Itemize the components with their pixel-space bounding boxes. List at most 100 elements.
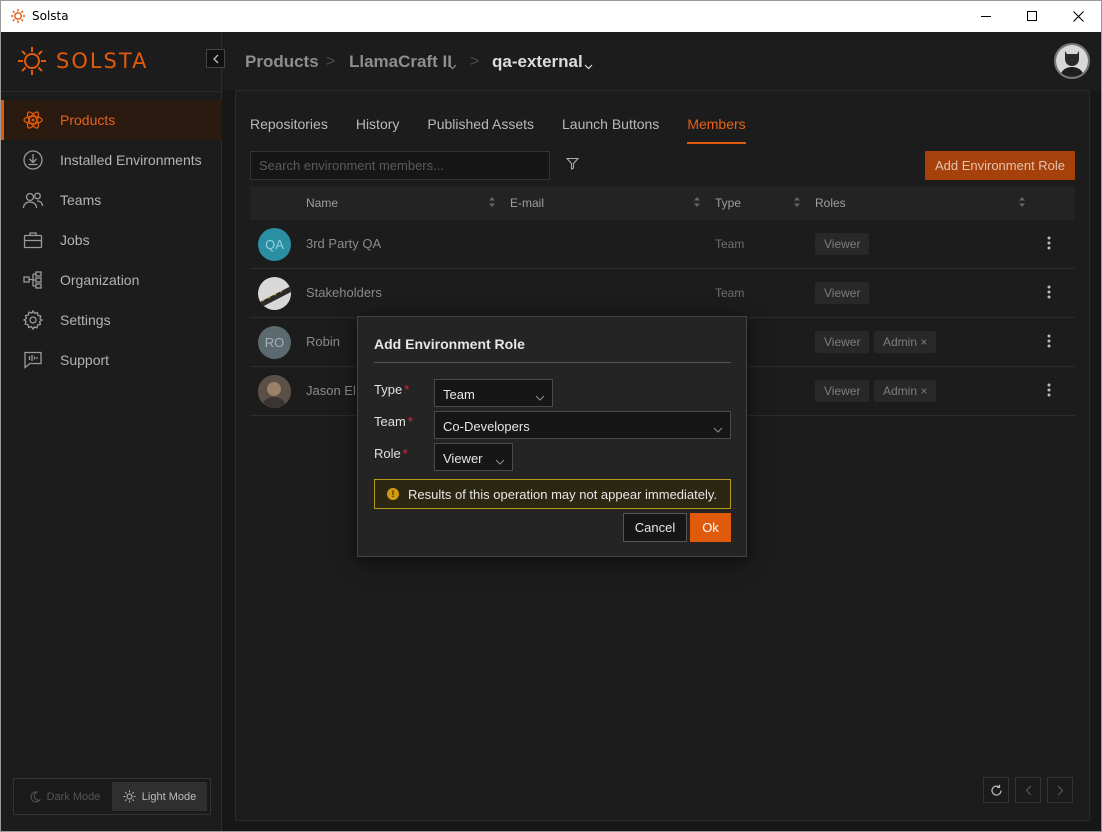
role-field-label: Role *: [374, 446, 408, 461]
role-chip: Viewer: [815, 331, 870, 353]
sidebar: SOLSTA Products Installed Environments T…: [1, 32, 225, 831]
more-options-icon[interactable]: [1047, 236, 1051, 253]
chevron-right-icon: [1057, 785, 1063, 795]
tab-history[interactable]: History: [356, 116, 400, 144]
table-row[interactable]: QA 3rd Party QA Team Viewer: [250, 220, 1075, 269]
light-mode-label: Light Mode: [141, 790, 197, 803]
warning-icon: !: [387, 488, 399, 500]
remove-role-icon[interactable]: ×: [920, 384, 927, 398]
member-name: 3rd Party QA: [306, 236, 382, 251]
org-chart-icon: [22, 269, 44, 291]
sidebar-item-support[interactable]: Support: [1, 340, 222, 380]
chevron-down-icon[interactable]: [584, 57, 593, 75]
people-icon: [22, 189, 44, 211]
user-avatar[interactable]: [1054, 43, 1090, 79]
sort-icon[interactable]: [693, 196, 701, 211]
light-mode-button[interactable]: Light Mode: [112, 782, 207, 811]
column-header-type[interactable]: Type: [715, 196, 741, 210]
sidebar-item-label: Settings: [60, 312, 111, 328]
logo-text: SOLSTA: [56, 49, 149, 73]
more-options-icon[interactable]: [1047, 383, 1051, 400]
more-options-icon[interactable]: [1047, 285, 1051, 302]
column-header-name[interactable]: Name: [306, 196, 338, 210]
solsta-logo[interactable]: SOLSTA: [16, 44, 148, 78]
app-window: Solsta SOLSTA Products Installed Environ…: [0, 0, 1102, 832]
role-select-value: Viewer: [443, 451, 483, 466]
search-members-input[interactable]: [250, 151, 550, 180]
minimize-icon[interactable]: [963, 1, 1009, 32]
team-select[interactable]: Co-Developers: [434, 411, 731, 439]
chevron-left-icon: [212, 54, 218, 63]
tab-members[interactable]: Members: [687, 116, 747, 144]
download-circle-icon: [22, 149, 44, 171]
role-chip: Viewer: [815, 233, 870, 255]
refresh-button[interactable]: [983, 777, 1009, 803]
sidebar-item-jobs[interactable]: Jobs: [1, 220, 222, 260]
sort-icon[interactable]: [488, 196, 496, 211]
chevron-left-icon: [1025, 785, 1031, 795]
sidebar-item-products[interactable]: Products: [1, 100, 222, 140]
sidebar-item-settings[interactable]: Settings: [1, 300, 222, 340]
next-page-button[interactable]: [1047, 777, 1073, 803]
type-select-value: Team: [443, 387, 475, 402]
team-select-value: Co-Developers: [443, 419, 530, 434]
avatar: [258, 277, 291, 310]
tab-repositories[interactable]: Repositories: [250, 116, 328, 144]
maximize-icon[interactable]: [1009, 1, 1055, 32]
sort-icon[interactable]: [793, 196, 801, 211]
sidebar-nav: Products Installed Environments Teams Jo…: [1, 100, 222, 380]
more-options-icon[interactable]: [1047, 334, 1051, 351]
window-title: Solsta: [32, 9, 69, 23]
tab-published-assets[interactable]: Published Assets: [427, 116, 534, 144]
tab-launch-buttons[interactable]: Launch Buttons: [562, 116, 659, 144]
theme-toggle: Dark Mode Light Mode: [13, 778, 211, 815]
sidebar-item-installed-environments[interactable]: Installed Environments: [1, 140, 222, 180]
add-environment-role-dialog: Add Environment Role Type * Team Team * Co…: [357, 316, 747, 557]
sidebar-item-label: Installed Environments: [60, 152, 202, 168]
sidebar-item-label: Teams: [60, 192, 102, 208]
sort-icon[interactable]: [1018, 196, 1026, 211]
remove-role-icon[interactable]: ×: [920, 335, 927, 349]
breadcrumb-separator-icon: >: [470, 53, 480, 70]
chevron-down-icon: [535, 389, 545, 404]
sidebar-item-label: Products: [60, 112, 116, 128]
close-icon[interactable]: [1055, 1, 1101, 32]
moon-icon: [30, 790, 41, 802]
role-chip-removable: Admin ×: [874, 380, 937, 402]
avatar: [258, 375, 291, 408]
ok-button[interactable]: Ok: [690, 513, 731, 542]
table-row[interactable]: Stakeholders Team Viewer: [250, 269, 1075, 318]
type-field-label: Type *: [374, 382, 410, 397]
sun-icon: [123, 790, 136, 803]
cancel-button[interactable]: Cancel: [623, 513, 687, 542]
briefcase-icon: [22, 229, 44, 251]
type-select[interactable]: Team: [434, 379, 553, 407]
chevron-down-icon[interactable]: [448, 57, 457, 75]
gear-icon: [22, 309, 44, 331]
table-header: Name E-mail Type Roles: [250, 186, 1075, 220]
role-chip: Viewer: [815, 380, 870, 402]
user-photo-icon: [258, 375, 291, 408]
breadcrumb-products[interactable]: Products: [245, 52, 319, 72]
column-header-email[interactable]: E-mail: [510, 196, 544, 210]
add-environment-role-button[interactable]: Add Environment Role: [925, 151, 1075, 180]
role-select[interactable]: Viewer: [434, 443, 513, 471]
sidebar-item-organization[interactable]: Organization: [1, 260, 222, 300]
filter-icon[interactable]: [565, 157, 580, 175]
member-name: Jason El: [306, 383, 356, 398]
role-chip-removable: Admin ×: [874, 331, 937, 353]
sidebar-item-teams[interactable]: Teams: [1, 180, 222, 220]
column-header-roles[interactable]: Roles: [815, 196, 846, 210]
breadcrumb-environment[interactable]: qa-external: [492, 52, 583, 72]
support-chat-icon: [22, 349, 44, 371]
member-name: Stakeholders: [306, 285, 382, 300]
sidebar-item-label: Jobs: [60, 232, 90, 248]
sidebar-item-label: Organization: [60, 272, 140, 288]
dark-mode-button[interactable]: Dark Mode: [17, 782, 112, 811]
previous-page-button[interactable]: [1015, 777, 1041, 803]
title-bar: Solsta: [1, 1, 1101, 32]
role-chip-label: Admin: [883, 335, 918, 349]
member-type: Team: [715, 286, 745, 300]
breadcrumb-product[interactable]: LlamaCraft II: [349, 52, 452, 72]
dialog-divider: [374, 362, 731, 363]
